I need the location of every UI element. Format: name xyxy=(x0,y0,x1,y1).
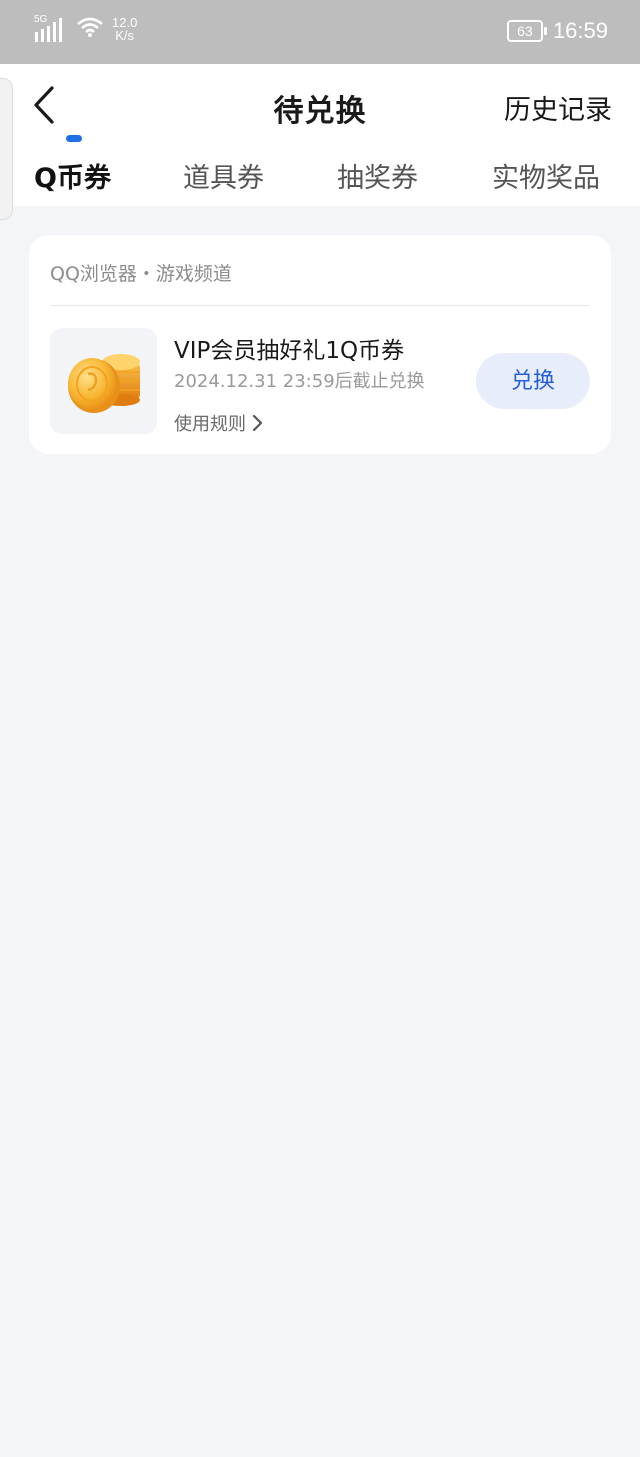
coupon-title: VIP会员抽好礼1Q币券 xyxy=(174,338,405,364)
usage-rules-link[interactable]: 使用规则 xyxy=(174,410,264,436)
redeem-button[interactable]: 兑换 xyxy=(476,353,590,409)
status-right: 63 16:59 xyxy=(506,18,608,44)
tab-q-coin-coupons[interactable]: Q币券 xyxy=(34,156,111,206)
coupon-image xyxy=(50,328,157,434)
speed-unit: K/s xyxy=(115,28,135,43)
battery-indicator: 63 xyxy=(506,20,547,42)
history-records-link[interactable]: 历史记录 xyxy=(504,88,612,127)
usage-rules-label: 使用规则 xyxy=(174,414,246,435)
clock: 16:59 xyxy=(552,18,608,43)
app-header: 待兑换 历史记录 Q币券 道具券 抽奖券 实物奖品 xyxy=(0,64,640,206)
chevron-right-icon xyxy=(252,414,263,432)
coupon-card: QQ浏览器・游戏频道 VIP会员抽好礼1Q币券 2024.12.31 23:59… xyxy=(29,235,611,454)
tab-physical-prizes[interactable]: 实物奖品 xyxy=(492,156,600,206)
tab-item-coupons[interactable]: 道具券 xyxy=(183,156,264,206)
status-bar: 5G 12.0 K/s 63 16:59 xyxy=(0,0,640,64)
network-speed: 12.0 K/s xyxy=(112,16,137,42)
side-drawer-handle[interactable] xyxy=(0,78,13,220)
wifi-icon xyxy=(76,16,104,42)
coupon-deadline: 2024.12.31 23:59后截止兑换 xyxy=(174,371,425,392)
signal-icon: 5G xyxy=(34,14,64,42)
card-divider xyxy=(50,305,590,306)
active-tab-indicator xyxy=(66,135,82,142)
status-left: 5G 12.0 K/s xyxy=(34,14,137,42)
tab-lottery-coupons[interactable]: 抽奖券 xyxy=(337,156,418,206)
coupon-source: QQ浏览器・游戏频道 xyxy=(50,263,232,285)
gold-coins-icon xyxy=(68,354,140,413)
tab-bar: Q币券 道具券 抽奖券 实物奖品 xyxy=(0,156,640,206)
